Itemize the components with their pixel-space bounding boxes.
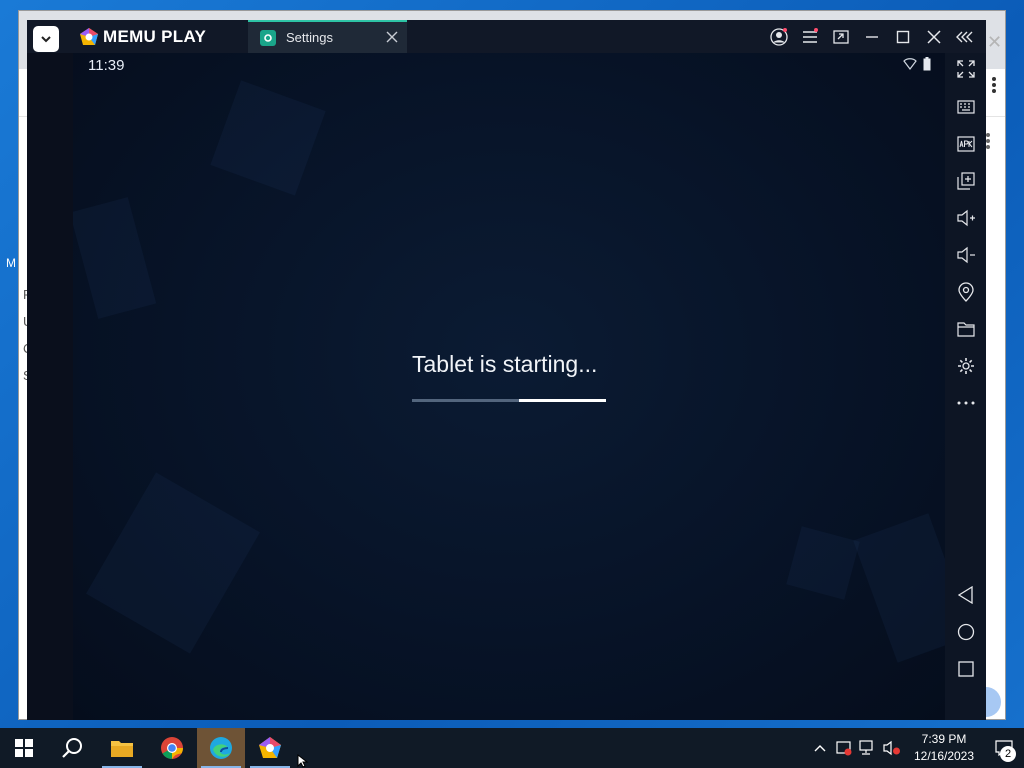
taskbar-chrome[interactable] — [148, 728, 196, 768]
taskbar-file-explorer[interactable] — [98, 728, 146, 768]
shared-folder-icon[interactable] — [955, 318, 977, 340]
taskbar-memu[interactable] — [246, 728, 294, 768]
memu-brand-text: MEMU PLAY — [103, 27, 207, 46]
tab-label: Settings — [286, 30, 333, 45]
notification-center-button[interactable]: 2 — [984, 728, 1024, 768]
taskbar: 7:39 PM 12/16/2023 2 — [0, 728, 1024, 768]
collapse-sidebar-icon[interactable] — [949, 27, 980, 47]
memu-titlebar: MEMU PLAY Settings — [27, 20, 986, 53]
volume-muted-icon[interactable] — [880, 728, 904, 768]
close-icon[interactable] — [918, 27, 949, 47]
taskbar-date: 12/16/2023 — [913, 749, 975, 763]
search-button[interactable] — [48, 728, 96, 768]
multi-instance-icon[interactable] — [955, 170, 977, 192]
taskbar-edge[interactable] — [197, 728, 245, 768]
apk-install-icon[interactable] — [955, 133, 977, 155]
location-icon[interactable] — [955, 281, 977, 303]
keyboard-mapping-icon[interactable] — [955, 96, 977, 118]
chevron-up-icon[interactable] — [808, 728, 832, 768]
volume-down-icon[interactable] — [955, 244, 977, 266]
folder-icon — [111, 741, 133, 757]
memu-icon — [259, 737, 281, 758]
chevron-down-icon[interactable] — [33, 26, 59, 52]
back-nav-icon[interactable] — [955, 584, 977, 606]
system-tray: 7:39 PM 12/16/2023 2 — [808, 728, 1024, 768]
notification-count: 2 — [1000, 746, 1016, 762]
security-tray-icon[interactable] — [832, 728, 856, 768]
boot-status-text: Tablet is starting... — [412, 351, 598, 377]
memu-logo-icon — [80, 28, 98, 45]
chrome-icon — [161, 737, 183, 759]
desktop-icon-label: M — [6, 256, 16, 270]
android-screen[interactable]: 11:39 Tablet is starting... — [73, 53, 945, 720]
mouse-cursor-icon — [297, 753, 309, 768]
memu-window: MEMU PLAY Settings 11:39 Tablet is start… — [27, 20, 986, 720]
maximize-icon[interactable] — [887, 27, 918, 47]
screen-record-icon[interactable] — [825, 27, 856, 47]
boot-progress-bar — [412, 399, 606, 402]
tab-settings[interactable]: Settings — [248, 20, 407, 53]
menu-icon[interactable] — [794, 27, 825, 47]
search-icon — [62, 738, 82, 758]
volume-up-icon[interactable] — [955, 207, 977, 229]
wifi-icon — [903, 58, 917, 70]
home-nav-icon[interactable] — [955, 621, 977, 643]
memu-logo: MEMU PLAY — [79, 27, 206, 47]
edge-icon — [210, 737, 232, 759]
memu-toolbar — [945, 53, 986, 720]
browser-menu-icon[interactable] — [991, 75, 997, 100]
start-button[interactable] — [0, 728, 48, 768]
recents-nav-icon[interactable] — [955, 658, 977, 680]
android-clock: 11:39 — [88, 57, 125, 74]
windows-icon — [15, 739, 33, 757]
network-icon[interactable] — [856, 728, 880, 768]
battery-icon — [923, 57, 931, 71]
more-icon[interactable] — [955, 392, 977, 414]
boot-progress-fill — [518, 399, 606, 402]
background-close-icon[interactable]: ✕ — [987, 32, 1002, 53]
account-icon[interactable] — [763, 27, 794, 47]
fullscreen-icon[interactable] — [955, 58, 977, 80]
taskbar-clock[interactable]: 7:39 PM 12/16/2023 — [904, 731, 984, 765]
tab-close-icon[interactable] — [385, 30, 399, 49]
settings-icon[interactable] — [955, 355, 977, 377]
settings-app-icon — [260, 29, 276, 46]
minimize-icon[interactable] — [856, 27, 887, 47]
taskbar-time: 7:39 PM — [921, 732, 967, 746]
